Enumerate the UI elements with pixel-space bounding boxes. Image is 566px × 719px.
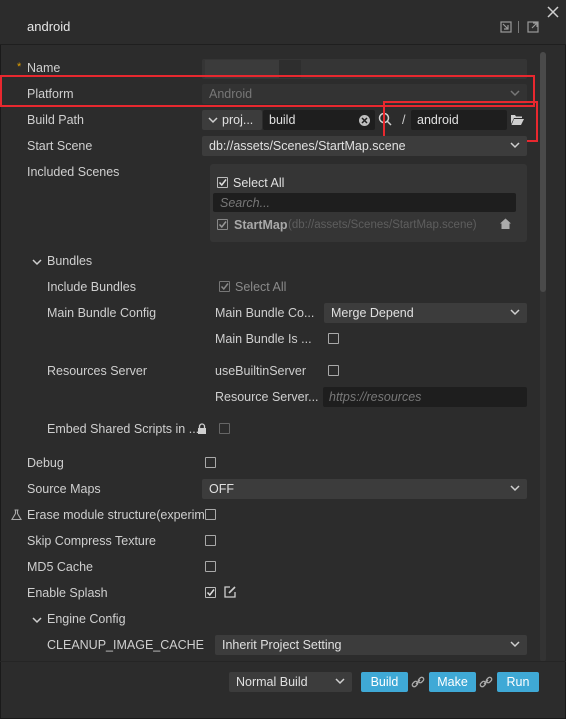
home-icon (500, 218, 511, 229)
resource-server-placeholder: https://resources (329, 390, 422, 404)
scene-checkbox[interactable] (217, 219, 228, 230)
chevron-down-icon (510, 485, 520, 492)
required-marker: * (17, 61, 22, 73)
link-icon[interactable] (411, 675, 425, 689)
start-scene-label: Start Scene (27, 139, 93, 153)
include-bundles-checkbox[interactable] (219, 281, 230, 292)
select-all-checkbox[interactable] (217, 177, 228, 188)
scrollbar-thumb[interactable] (540, 52, 546, 292)
link-icon[interactable] (479, 675, 493, 689)
included-scenes-label: Included Scenes (27, 165, 120, 179)
edit-icon[interactable] (223, 585, 237, 599)
build-mode-select[interactable]: Normal Build (229, 672, 352, 692)
chevron-down-icon (510, 142, 520, 149)
lock-icon (198, 423, 206, 434)
main-bundle-is-remote-label: Main Bundle Is ... (215, 332, 312, 346)
md5-cache-checkbox[interactable] (205, 561, 216, 572)
included-scenes-box: Select All Search... StartMap (db://asse… (210, 164, 527, 242)
start-scene-select[interactable]: db://assets/Scenes/StartMap.scene (202, 136, 527, 156)
build-path-prefix: proj... (222, 113, 254, 127)
build-path-value: build (269, 113, 296, 127)
enable-splash-label: Enable Splash (27, 586, 108, 600)
bundles-collapse-icon[interactable] (32, 257, 42, 267)
main-bundle-config-label: Main Bundle Config (47, 306, 157, 320)
title-bar: android (0, 0, 566, 45)
include-bundles-select-all: Select All (235, 280, 287, 294)
source-maps-value: OFF (209, 482, 234, 496)
skip-compress-checkbox[interactable] (205, 535, 216, 546)
skip-compress-label: Skip Compress Texture (27, 534, 156, 548)
build-mode-value: Normal Build (236, 675, 308, 689)
scene-search-placeholder: Search... (220, 196, 271, 210)
build-path-label: Build Path (27, 113, 84, 127)
debug-label: Debug (27, 456, 64, 470)
window-title: android (27, 19, 71, 34)
engine-config-header[interactable]: Engine Config (47, 612, 126, 626)
enable-splash-checkbox[interactable] (205, 587, 216, 598)
include-bundles-label: Include Bundles (47, 280, 136, 294)
build-path-root-select[interactable]: proj... (202, 110, 262, 130)
chevron-down-icon (208, 117, 218, 124)
bundles-header[interactable]: Bundles (47, 254, 92, 268)
main-bundle-compression-value: Merge Depend (331, 306, 414, 320)
chevron-down-icon (510, 309, 520, 316)
import-icon[interactable] (499, 20, 513, 34)
build-button[interactable]: Build (361, 672, 408, 692)
use-builtin-server-checkbox[interactable] (328, 365, 339, 376)
make-button[interactable]: Make (429, 672, 476, 692)
resource-server-input[interactable]: https://resources (323, 387, 527, 407)
md5-cache-label: MD5 Cache (27, 560, 93, 574)
main-bundle-compression-label: Main Bundle Co... (215, 306, 315, 320)
scene-path: (db://assets/Scenes/StartMap.scene) (288, 219, 477, 231)
resource-server-address-label: Resource Server... (215, 390, 319, 404)
embed-shared-scripts-label: Embed Shared Scripts in ... (47, 422, 200, 436)
main-bundle-compression-select[interactable]: Merge Depend (324, 303, 527, 323)
clear-icon[interactable] (358, 114, 371, 127)
main-bundle-is-remote-checkbox[interactable] (328, 333, 339, 344)
source-maps-select[interactable]: OFF (202, 479, 527, 499)
build-path-input[interactable]: build (263, 110, 375, 130)
use-builtin-server-label: useBuiltinServer (215, 364, 307, 378)
toolbar-divider (518, 21, 519, 33)
run-button[interactable]: Run (497, 672, 539, 692)
flask-icon (11, 509, 22, 521)
close-icon[interactable] (546, 5, 560, 19)
debug-checkbox[interactable] (205, 457, 216, 468)
cleanup-image-cache-value: Inherit Project Setting (222, 638, 342, 652)
scene-search-input[interactable]: Search... (213, 193, 516, 212)
name-label: Name (27, 61, 61, 75)
scene-name: StartMap (234, 218, 288, 232)
cleanup-image-cache-label: CLEANUP_IMAGE_CACHE (47, 638, 204, 652)
start-scene-value: db://assets/Scenes/StartMap.scene (209, 139, 406, 153)
select-all-label: Select All (233, 176, 285, 190)
erase-module-label: Erase module structure(experim (27, 508, 205, 522)
erase-module-checkbox[interactable] (205, 509, 216, 520)
resources-server-label: Resources Server (47, 364, 148, 378)
engine-config-collapse-icon[interactable] (32, 615, 42, 625)
footer-divider (0, 661, 566, 662)
chevron-down-icon (335, 678, 345, 685)
cleanup-image-cache-select[interactable]: Inherit Project Setting (215, 635, 527, 655)
source-maps-label: Source Maps (27, 482, 101, 496)
embed-shared-scripts-checkbox[interactable] (219, 423, 230, 434)
export-icon[interactable] (526, 20, 540, 34)
chevron-down-icon (510, 641, 520, 648)
